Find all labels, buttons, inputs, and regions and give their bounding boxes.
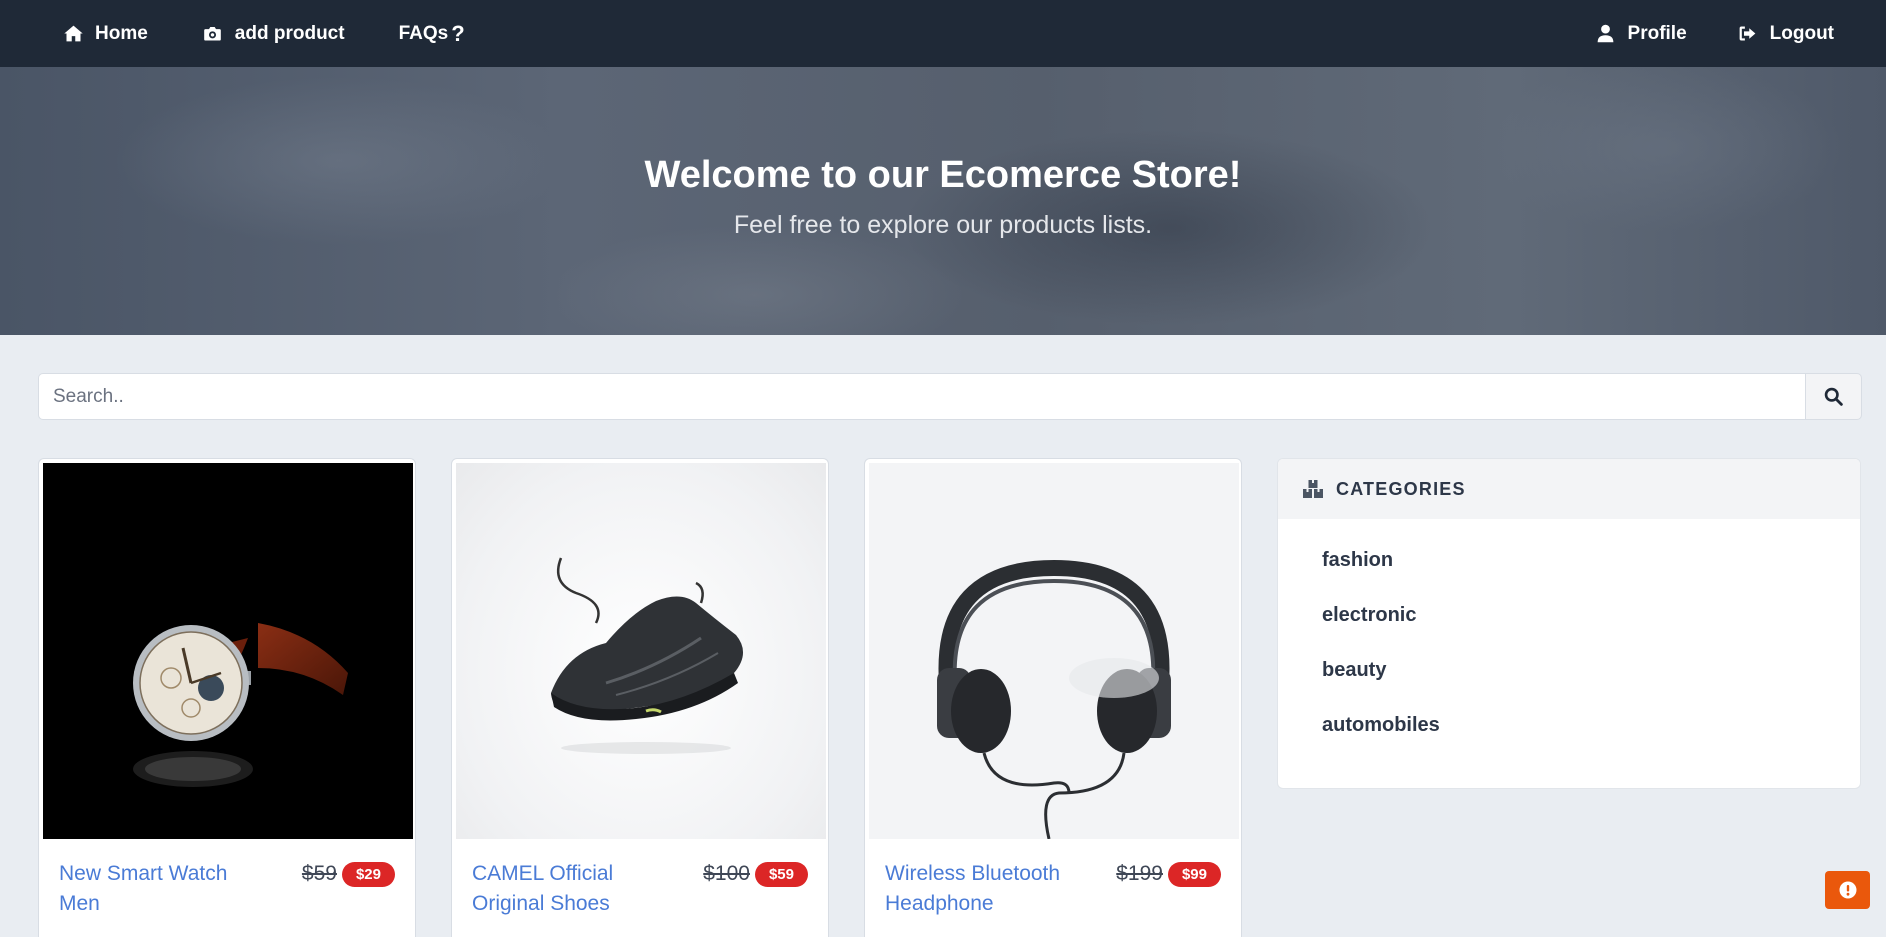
nav-logout-label: Logout	[1769, 22, 1834, 44]
top-navbar: Home add product FAQs ? Profile Logout	[0, 0, 1886, 67]
hero-title: Welcome to our Ecomerce Store!	[644, 154, 1242, 196]
nav-home-label: Home	[95, 22, 148, 44]
boxes-icon	[1303, 480, 1323, 498]
product-card[interactable]: Wireless Bluetooth Headphone $199 $99	[864, 458, 1242, 937]
exclamation-icon	[1839, 881, 1856, 899]
sale-price-badge: $29	[341, 861, 395, 887]
product-info: New Smart Watch Men $59 $29	[39, 859, 415, 919]
sign-out-icon	[1737, 23, 1759, 45]
search-bar	[38, 373, 1862, 420]
search-input[interactable]	[38, 373, 1805, 420]
question-icon: ?	[451, 20, 465, 46]
categories-panel: CATEGORIES fashion electronic beauty aut…	[1277, 458, 1861, 789]
search-icon	[1824, 387, 1843, 406]
sneaker-icon	[551, 557, 744, 754]
product-title[interactable]: Wireless Bluetooth Headphone	[885, 859, 1075, 919]
price-group: $100 $59	[703, 859, 808, 889]
hero-banner: Welcome to our Ecomerce Store! Feel free…	[0, 67, 1886, 335]
nav-profile-link[interactable]: Profile	[1595, 23, 1687, 45]
nav-logout-link[interactable]: Logout	[1737, 23, 1834, 45]
product-title[interactable]: CAMEL Official Original Shoes	[472, 859, 662, 919]
categories-list: fashion electronic beauty automobiles	[1278, 519, 1860, 765]
price-group: $59 $29	[302, 859, 395, 889]
sale-price-badge: $59	[754, 861, 808, 887]
feedback-button[interactable]	[1825, 871, 1870, 909]
categories-header: CATEGORIES	[1278, 459, 1860, 519]
user-icon	[1595, 23, 1617, 45]
nav-right: Profile Logout	[1545, 23, 1834, 45]
product-card[interactable]: New Smart Watch Men $59 $29	[38, 458, 416, 937]
wristwatch-icon	[133, 623, 348, 787]
nav-home-link[interactable]: Home	[62, 23, 148, 45]
nav-left: Home add product FAQs ?	[62, 20, 519, 46]
category-item-beauty[interactable]: beauty	[1322, 655, 1860, 710]
search-button[interactable]	[1805, 373, 1862, 420]
hero-subtitle: Feel free to explore our products lists.	[733, 211, 1153, 239]
camera-icon	[202, 23, 224, 45]
category-item-fashion[interactable]: fashion	[1322, 545, 1860, 600]
nav-profile-label: Profile	[1627, 22, 1687, 44]
home-icon	[62, 23, 84, 45]
category-item-electronic[interactable]: electronic	[1322, 600, 1860, 655]
price-group: $199 $99	[1116, 859, 1221, 889]
product-info: Wireless Bluetooth Headphone $199 $99	[865, 859, 1241, 919]
product-card[interactable]: CAMEL Official Original Shoes $100 $59	[451, 458, 829, 937]
nav-add-product-link[interactable]: add product	[202, 23, 345, 45]
product-info: CAMEL Official Original Shoes $100 $59	[452, 859, 828, 919]
nav-faqs-label: FAQs	[398, 22, 449, 44]
old-price: $199	[1116, 862, 1163, 885]
product-image-shoe[interactable]	[456, 463, 826, 839]
product-image-headphones[interactable]	[869, 463, 1239, 839]
categories-title: CATEGORIES	[1336, 478, 1466, 499]
nav-add-product-label: add product	[234, 22, 345, 44]
product-image-watch[interactable]	[43, 463, 413, 839]
old-price: $59	[301, 862, 337, 885]
old-price: $100	[703, 862, 750, 885]
category-item-automobiles[interactable]: automobiles	[1322, 710, 1860, 765]
nav-faqs-link[interactable]: FAQs ?	[398, 20, 465, 46]
sale-price-badge: $99	[1167, 861, 1221, 887]
product-title[interactable]: New Smart Watch Men	[59, 859, 249, 919]
headphones-icon	[937, 559, 1171, 839]
